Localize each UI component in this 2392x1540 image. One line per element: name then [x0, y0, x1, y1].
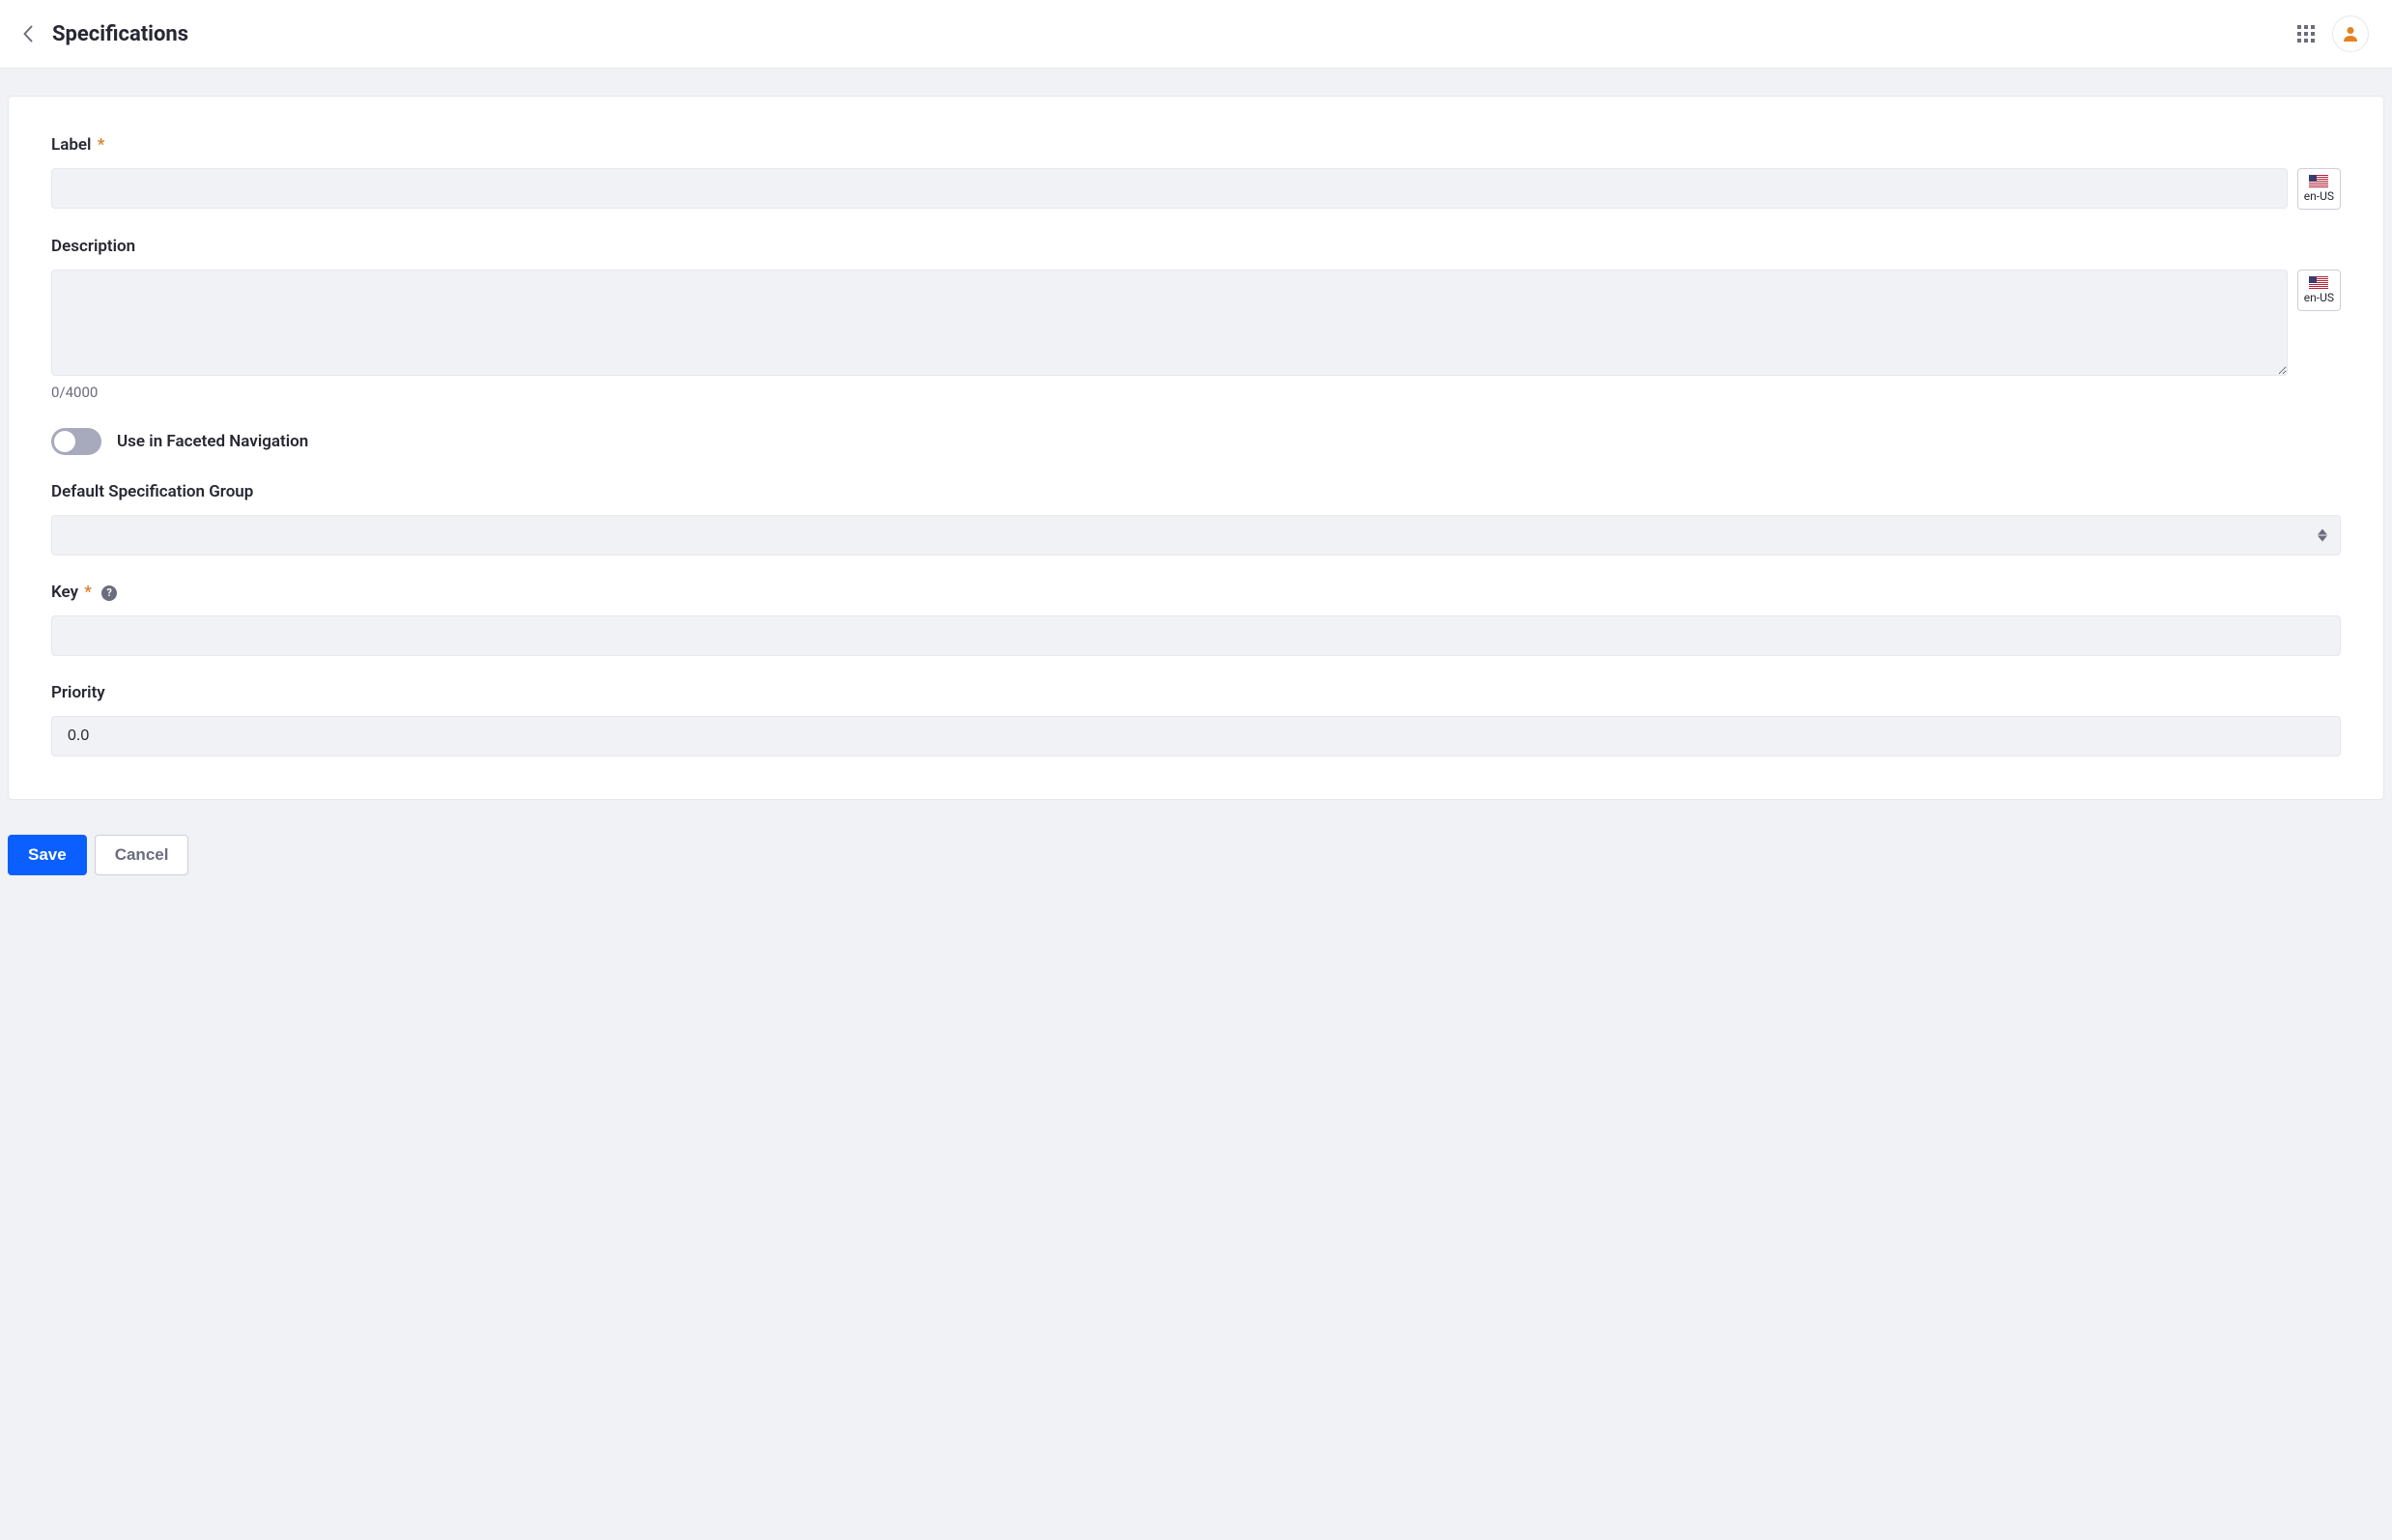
form-panel: Label * en-US Description en-US 0/ — [8, 96, 2384, 800]
locale-code: en-US — [2304, 291, 2334, 304]
label-field-group: Label * en-US — [51, 135, 2341, 210]
user-avatar-button[interactable] — [2332, 15, 2369, 52]
toggle-knob — [54, 431, 75, 452]
us-flag-icon — [2309, 276, 2328, 289]
default-group-label: Default Specification Group — [51, 482, 2341, 501]
faceted-nav-label: Use in Faceted Navigation — [117, 432, 308, 451]
key-input[interactable] — [51, 615, 2341, 656]
description-locale-button[interactable]: en-US — [2297, 270, 2341, 311]
save-button[interactable]: Save — [8, 835, 87, 875]
label-text: Label — [51, 135, 91, 155]
faceted-nav-toggle[interactable] — [51, 428, 101, 455]
chevron-left-icon — [23, 25, 33, 43]
priority-field-group: Priority — [51, 683, 2341, 756]
apps-grid-icon — [2297, 25, 2315, 43]
label-input[interactable] — [51, 168, 2288, 209]
help-icon[interactable]: ? — [101, 585, 117, 601]
header-left: Specifications — [23, 22, 188, 46]
default-group-field-group: Default Specification Group — [51, 482, 2341, 556]
required-asterisk-icon: * — [84, 583, 92, 602]
header-right — [2297, 15, 2369, 52]
default-group-select-wrapper — [51, 515, 2341, 556]
user-icon — [2341, 24, 2360, 43]
label-input-row: en-US — [51, 168, 2341, 210]
button-bar: Save Cancel — [0, 812, 2392, 898]
apps-menu-button[interactable] — [2297, 25, 2315, 43]
key-text: Key — [51, 583, 78, 602]
default-group-select[interactable] — [51, 515, 2341, 556]
priority-input[interactable] — [51, 716, 2341, 756]
description-char-counter: 0/4000 — [51, 384, 2341, 401]
priority-field-label: Priority — [51, 683, 2341, 702]
key-field-label: Key * ? — [51, 583, 2341, 602]
description-textarea[interactable] — [51, 270, 2288, 376]
content-wrapper: Label * en-US Description en-US 0/ — [0, 69, 2392, 812]
back-button[interactable] — [23, 25, 33, 43]
required-asterisk-icon: * — [98, 135, 105, 155]
us-flag-icon — [2309, 175, 2328, 187]
description-field-group: Description en-US 0/4000 — [51, 237, 2341, 401]
locale-code: en-US — [2304, 189, 2334, 203]
label-locale-button[interactable]: en-US — [2297, 168, 2341, 210]
label-field-label: Label * — [51, 135, 2341, 155]
cancel-button[interactable]: Cancel — [95, 835, 189, 875]
description-field-label: Description — [51, 237, 2341, 256]
key-field-group: Key * ? — [51, 583, 2341, 656]
page-header: Specifications — [0, 0, 2392, 69]
faceted-nav-toggle-row: Use in Faceted Navigation — [51, 428, 2341, 455]
page-title: Specifications — [52, 22, 188, 46]
description-input-row: en-US — [51, 270, 2341, 376]
